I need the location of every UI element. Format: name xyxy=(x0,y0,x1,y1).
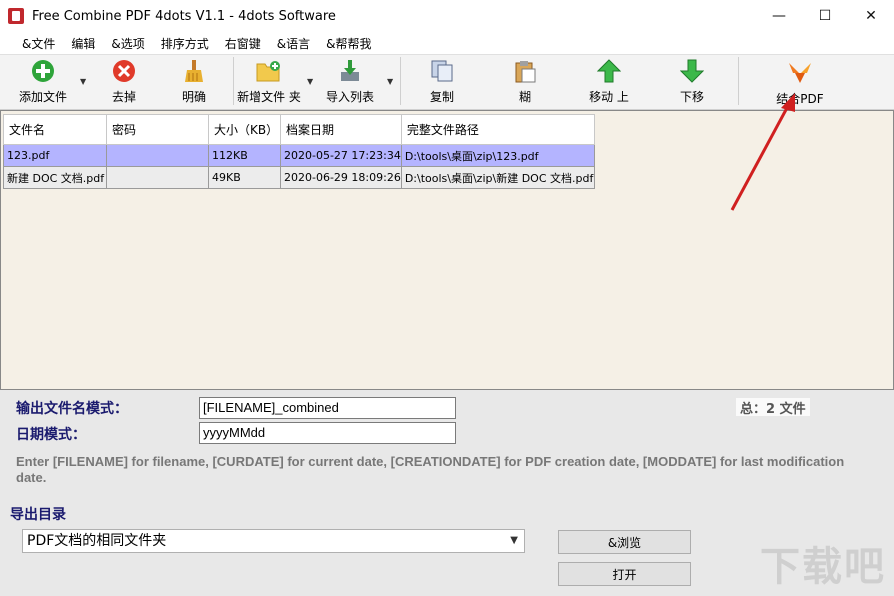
paste-button[interactable]: 糊 xyxy=(503,57,547,105)
window-controls: — ☐ ✕ xyxy=(756,0,894,32)
new-folder-dropdown-icon[interactable]: ▼ xyxy=(307,77,313,86)
menu-options[interactable]: &选项 xyxy=(103,35,152,52)
remove-x-icon xyxy=(111,59,137,83)
table-row[interactable]: 新建 DOC 文档.pdf 49KB 2020-06-29 18:09:26 D… xyxy=(3,166,595,189)
cell-password[interactable] xyxy=(106,166,209,189)
total-files-label: 总：2 文件 xyxy=(736,398,810,417)
column-header-password[interactable]: 密码 xyxy=(106,114,209,145)
move-down-button[interactable]: 下移 xyxy=(670,57,714,105)
new-folder-button[interactable]: 新增文件 夹 xyxy=(236,57,302,105)
combine-pdf-button[interactable]: 结合PDF xyxy=(770,57,830,106)
export-directory-select[interactable]: PDF文档的相同文件夹 ▼ xyxy=(22,529,525,553)
title-bar: Free Combine PDF 4dots V1.1 - 4dots Soft… xyxy=(0,0,894,32)
filename-pattern-input[interactable]: [FILENAME]_combined xyxy=(199,397,456,419)
toolbar: 添加文件 ▼ 去掉 明确 新增文件 夹 ▼ 导入列表 ▼ 复制 糊 移动 上 下… xyxy=(0,54,894,110)
toolbar-separator xyxy=(233,57,234,105)
watermark-logo: 下载吧 xyxy=(760,544,886,590)
file-list-area[interactable]: 文件名 密码 大小（KB） 档案日期 完整文件路径 123.pdf 112KB … xyxy=(0,110,894,390)
export-directory-value: PDF文档的相同文件夹 xyxy=(27,533,167,549)
plus-circle-icon xyxy=(30,59,56,83)
cell-filename: 123.pdf xyxy=(3,144,107,167)
cell-path: D:\tools\桌面\zip\123.pdf xyxy=(400,144,595,167)
minimize-button[interactable]: — xyxy=(756,0,802,32)
close-button[interactable]: ✕ xyxy=(848,0,894,32)
open-button[interactable]: 打开 xyxy=(558,562,691,586)
column-header-filename[interactable]: 文件名 xyxy=(3,114,107,145)
date-pattern-label: 日期模式： xyxy=(16,427,86,443)
folder-add-icon xyxy=(256,59,282,83)
cell-password[interactable] xyxy=(106,144,209,167)
toolbar-separator xyxy=(400,57,401,105)
arrow-down-icon xyxy=(679,59,705,83)
menu-edit[interactable]: 编辑 xyxy=(63,35,103,52)
cell-date: 2020-05-27 17:23:34 xyxy=(280,144,402,167)
output-settings-panel: 输出文件名模式： [FILENAME]_combined 总：2 文件 日期模式… xyxy=(0,390,894,596)
menu-context[interactable]: 右窗键 xyxy=(217,35,269,52)
cell-filename: 新建 DOC 文档.pdf xyxy=(3,166,107,189)
cell-size: 112KB xyxy=(208,144,281,167)
browse-button[interactable]: &浏览 xyxy=(558,530,691,554)
remove-button[interactable]: 去掉 xyxy=(102,57,146,105)
cell-date: 2020-06-29 18:09:26 xyxy=(280,166,402,189)
menu-help[interactable]: &帮帮我 xyxy=(318,35,379,52)
cell-path: D:\tools\桌面\zip\新建 DOC 文档.pdf xyxy=(400,166,595,189)
paste-icon xyxy=(512,59,538,83)
pattern-hint-text: Enter [FILENAME] for filename, [CURDATE]… xyxy=(16,454,845,485)
menu-file[interactable]: &文件 xyxy=(14,35,63,52)
window-title: Free Combine PDF 4dots V1.1 - 4dots Soft… xyxy=(32,8,336,24)
broom-icon xyxy=(181,59,207,83)
import-icon xyxy=(337,59,363,83)
table-row[interactable]: 123.pdf 112KB 2020-05-27 17:23:34 D:\too… xyxy=(3,144,595,167)
add-file-dropdown-icon[interactable]: ▼ xyxy=(80,77,86,86)
menu-bar: &文件 编辑 &选项 排序方式 右窗键 &语言 &帮帮我 xyxy=(0,32,894,54)
file-table: 文件名 密码 大小（KB） 档案日期 完整文件路径 123.pdf 112KB … xyxy=(3,114,595,189)
menu-sort[interactable]: 排序方式 xyxy=(153,35,217,52)
import-list-button[interactable]: 导入列表 xyxy=(322,57,378,105)
menu-language[interactable]: &语言 xyxy=(269,35,318,52)
import-list-dropdown-icon[interactable]: ▼ xyxy=(387,77,393,86)
table-header-row: 文件名 密码 大小（KB） 档案日期 完整文件路径 xyxy=(3,114,595,145)
cell-size: 49KB xyxy=(208,166,281,189)
column-header-path[interactable]: 完整文件路径 xyxy=(400,114,595,145)
column-header-size[interactable]: 大小（KB） xyxy=(208,114,281,145)
move-up-button[interactable]: 移动 上 xyxy=(584,57,634,105)
date-pattern-input[interactable]: yyyyMMdd xyxy=(199,422,456,444)
add-file-button[interactable]: 添加文件 xyxy=(14,57,72,105)
combine-pdf-icon xyxy=(787,59,813,85)
app-icon xyxy=(8,8,24,24)
column-header-date[interactable]: 档案日期 xyxy=(280,114,402,145)
clear-button[interactable]: 明确 xyxy=(172,57,216,105)
copy-icon xyxy=(429,59,455,83)
arrow-up-icon xyxy=(596,59,622,83)
filename-pattern-label: 输出文件名模式： xyxy=(16,401,128,417)
export-directory-title: 导出目录 xyxy=(10,507,66,523)
copy-button[interactable]: 复制 xyxy=(420,57,464,105)
toolbar-separator xyxy=(738,57,739,105)
maximize-button[interactable]: ☐ xyxy=(802,0,848,32)
chevron-down-icon: ▼ xyxy=(510,535,518,546)
